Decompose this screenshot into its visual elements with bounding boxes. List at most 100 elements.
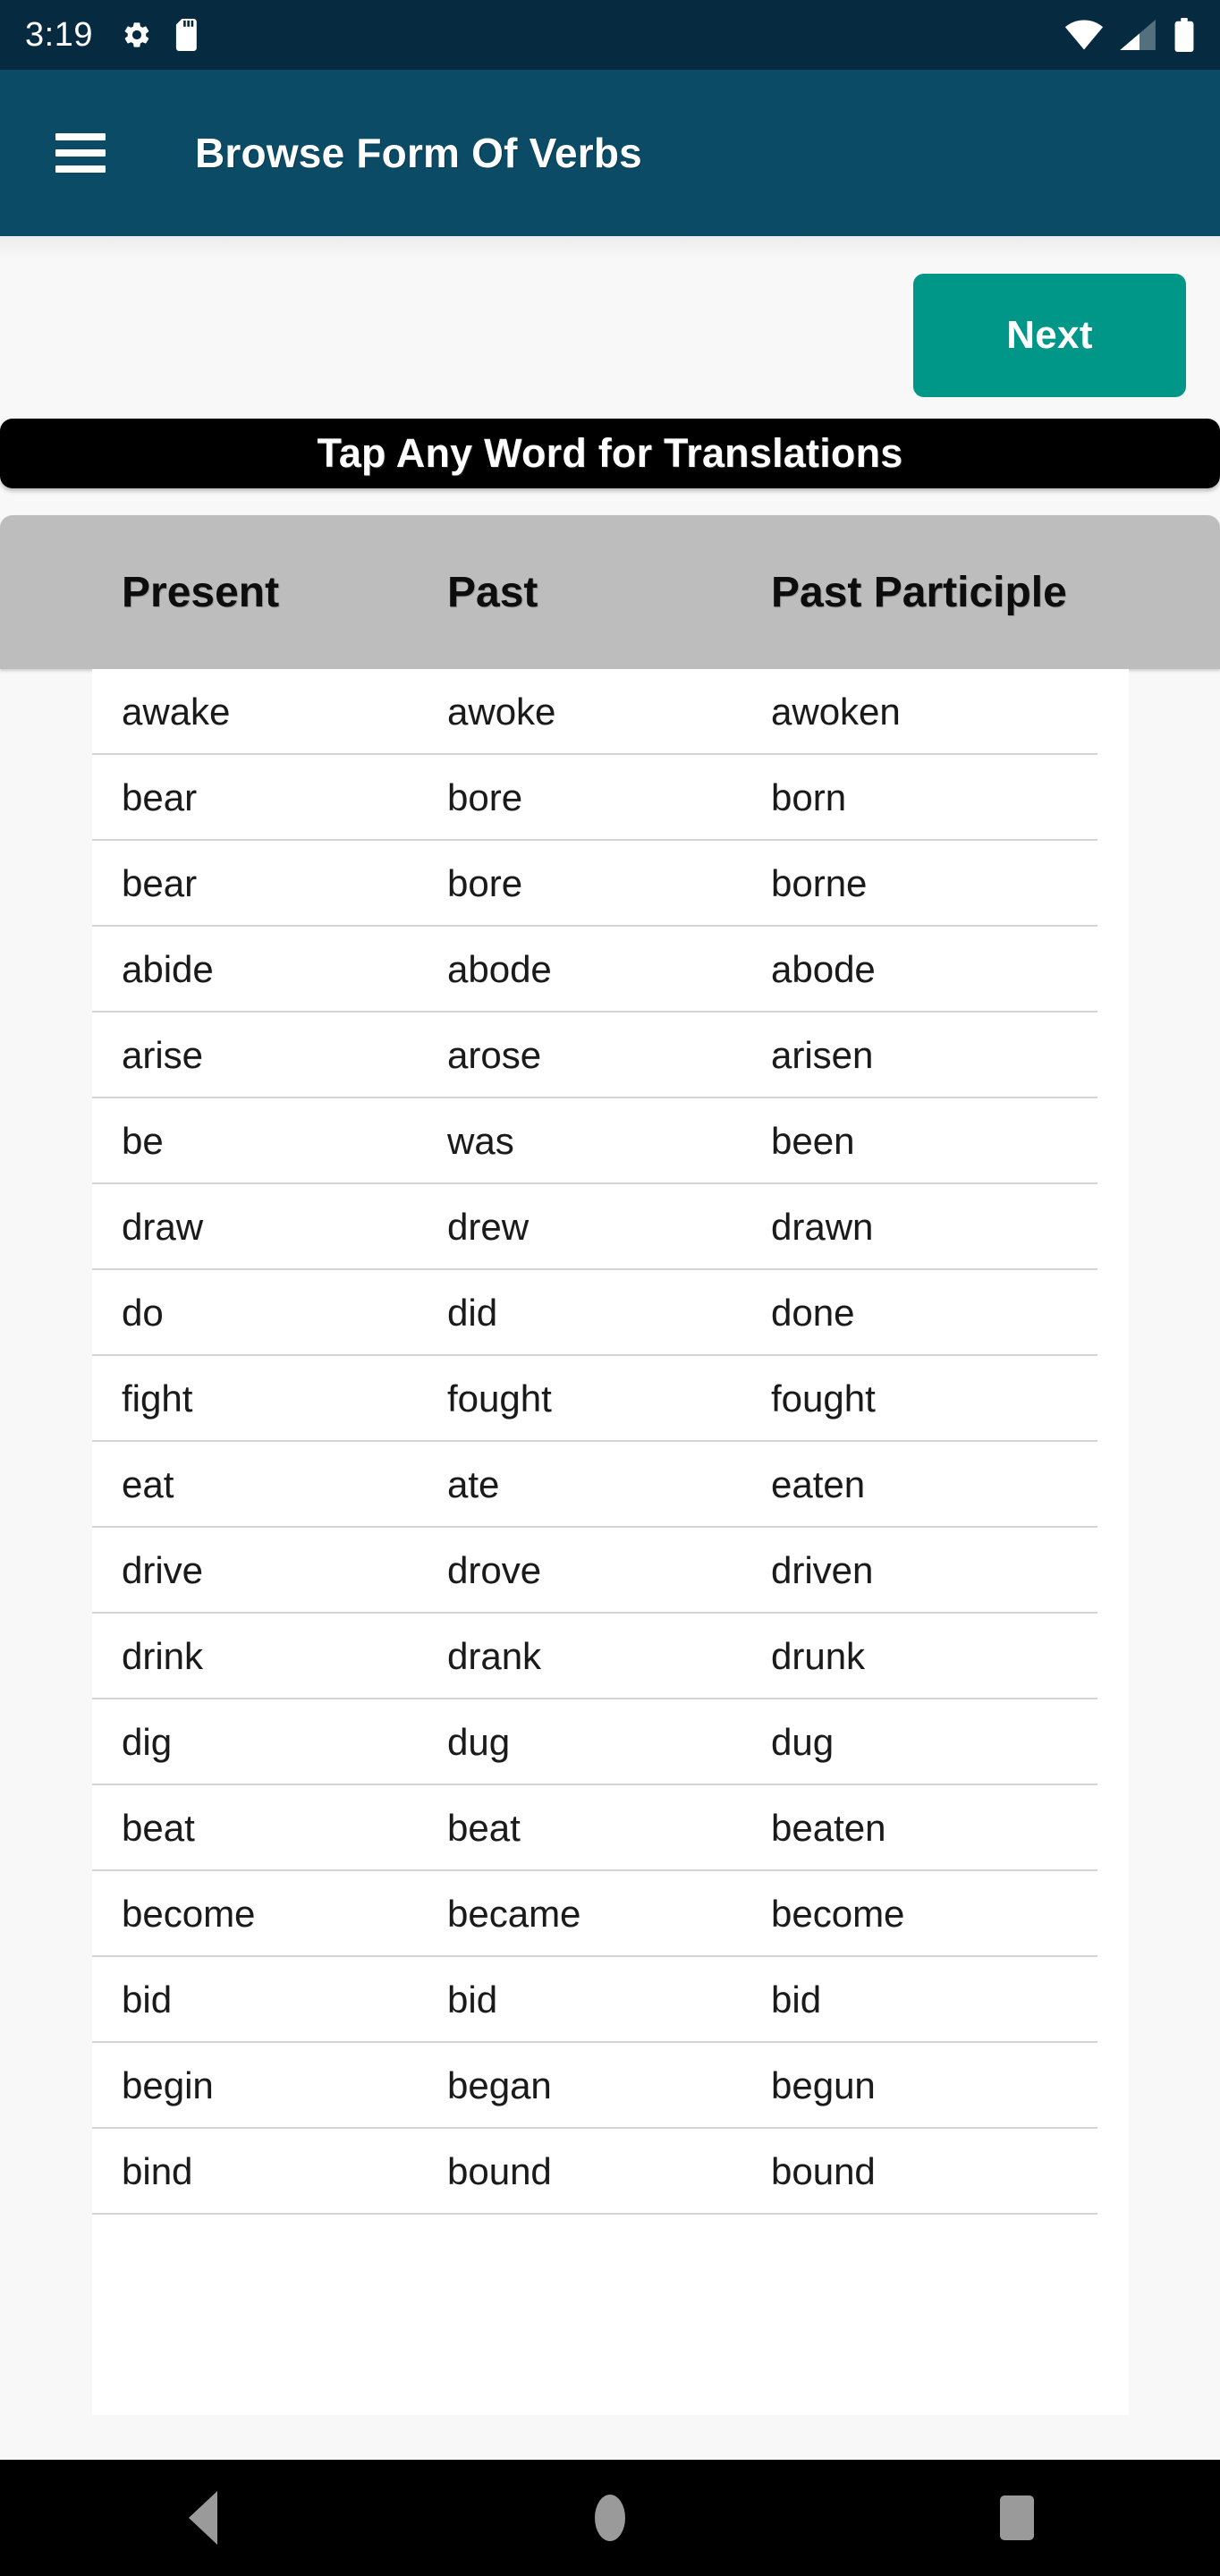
app-bar: Browse Form Of Verbs xyxy=(0,70,1220,236)
verb-cell[interactable]: eaten xyxy=(771,1463,865,1506)
verb-cell[interactable]: bore xyxy=(447,862,522,905)
verb-cell[interactable]: became xyxy=(447,1893,580,1936)
verb-cell[interactable]: arisen xyxy=(771,1034,873,1077)
hamburger-line xyxy=(55,133,106,140)
verb-cell[interactable]: abode xyxy=(447,948,552,991)
verb-cell[interactable]: dug xyxy=(447,1721,510,1764)
hamburger-line xyxy=(55,165,106,173)
table-row[interactable]: draw drew drawn xyxy=(92,1184,1129,1270)
nav-back-button[interactable] xyxy=(123,2460,284,2576)
verb-cell[interactable]: bid xyxy=(771,1979,821,2021)
table-row[interactable]: awake awoke awoken xyxy=(92,669,1129,755)
verb-cell[interactable]: awake xyxy=(122,691,230,733)
status-clock: 3:19 xyxy=(25,16,93,54)
table-row[interactable]: beat beat beaten xyxy=(92,1785,1129,1871)
table-row[interactable]: bind bound bound xyxy=(92,2129,1129,2215)
table-row[interactable]: fight fought fought xyxy=(92,1356,1129,1442)
nav-home-button[interactable] xyxy=(530,2460,690,2576)
verb-cell[interactable]: awoken xyxy=(771,691,901,733)
table-row[interactable]: be was been xyxy=(92,1098,1129,1184)
verb-cell[interactable]: drink xyxy=(122,1635,203,1678)
verb-cell[interactable]: began xyxy=(447,2064,552,2107)
table-row[interactable]: eat ate eaten xyxy=(92,1442,1129,1528)
column-header-present: Present xyxy=(122,568,280,616)
table-row[interactable]: bear bore born xyxy=(92,755,1129,841)
table-row[interactable]: begin began begun xyxy=(92,2043,1129,2129)
verb-cell[interactable]: beaten xyxy=(771,1807,885,1850)
verb-cell[interactable]: bid xyxy=(447,1979,497,2021)
verb-cell[interactable]: was xyxy=(447,1120,514,1163)
verb-cell[interactable]: drawn xyxy=(771,1206,873,1249)
table-row[interactable]: bear bore borne xyxy=(92,841,1129,927)
verb-cell[interactable]: drove xyxy=(447,1549,541,1592)
verb-cell[interactable]: fought xyxy=(771,1377,876,1420)
battery-icon xyxy=(1174,18,1194,52)
cellular-signal-icon xyxy=(1120,20,1156,50)
verb-cell[interactable]: drive xyxy=(122,1549,203,1592)
verb-cell[interactable]: eat xyxy=(122,1463,174,1506)
verb-cell[interactable]: beat xyxy=(447,1807,521,1850)
verb-cell[interactable]: bind xyxy=(122,2150,192,2193)
next-button-row: Next xyxy=(0,259,1220,413)
table-row[interactable]: arise arose arisen xyxy=(92,1013,1129,1098)
verb-cell[interactable]: bound xyxy=(771,2150,876,2193)
page-title: Browse Form Of Verbs xyxy=(195,130,642,176)
table-row[interactable]: become became become xyxy=(92,1871,1129,1957)
status-notification-icons xyxy=(122,19,200,51)
translation-hint-banner[interactable]: Tap Any Word for Translations xyxy=(0,419,1220,488)
verb-cell[interactable]: beat xyxy=(122,1807,195,1850)
verb-cell[interactable]: dug xyxy=(771,1721,834,1764)
verb-cell[interactable]: begin xyxy=(122,2064,214,2107)
hamburger-line xyxy=(55,149,106,157)
verb-cell[interactable]: born xyxy=(771,776,846,819)
verb-cell[interactable]: drunk xyxy=(771,1635,865,1678)
verb-cell[interactable]: did xyxy=(447,1292,497,1335)
verb-cell[interactable]: fight xyxy=(122,1377,192,1420)
column-header-past: Past xyxy=(447,568,538,616)
verb-cell[interactable]: draw xyxy=(122,1206,203,1249)
translation-hint-text: Tap Any Word for Translations xyxy=(317,430,903,476)
verb-cell[interactable]: arose xyxy=(447,1034,541,1077)
verb-cell[interactable]: abide xyxy=(122,948,214,991)
verb-cell[interactable]: awoke xyxy=(447,691,555,733)
verb-cell[interactable]: bear xyxy=(122,862,197,905)
verb-cell[interactable]: bound xyxy=(447,2150,552,2193)
verb-cell[interactable]: drank xyxy=(447,1635,541,1678)
gear-icon xyxy=(124,22,149,47)
next-button[interactable]: Next xyxy=(913,274,1186,397)
table-row[interactable]: dig dug dug xyxy=(92,1699,1129,1785)
verb-cell[interactable]: done xyxy=(771,1292,854,1335)
verb-cell[interactable]: do xyxy=(122,1292,164,1335)
verb-cell[interactable]: be xyxy=(122,1120,164,1163)
verb-cell[interactable]: drew xyxy=(447,1206,529,1249)
verb-cell[interactable]: begun xyxy=(771,2064,876,2107)
verb-cell[interactable]: abode xyxy=(771,948,876,991)
verb-cell[interactable]: bear xyxy=(122,776,197,819)
verb-cell[interactable]: bid xyxy=(122,1979,172,2021)
app-screen: 3:19 Browse Form Of Verbs Next Tap Any W… xyxy=(0,0,1220,2576)
nav-recents-button[interactable] xyxy=(936,2460,1097,2576)
verb-cell[interactable]: driven xyxy=(771,1549,873,1592)
table-row[interactable]: drink drank drunk xyxy=(92,1614,1129,1699)
sd-card-icon xyxy=(175,19,197,51)
recents-square-icon xyxy=(999,2496,1034,2540)
verb-cell[interactable]: fought xyxy=(447,1377,552,1420)
table-row[interactable]: bid bid bid xyxy=(92,1957,1129,2043)
verb-cell[interactable]: become xyxy=(122,1893,255,1936)
verb-cell[interactable]: bore xyxy=(447,776,522,819)
column-header-past-participle: Past Participle xyxy=(771,568,1067,616)
table-row[interactable]: abide abode abode xyxy=(92,927,1129,1013)
hamburger-menu-icon[interactable] xyxy=(55,133,106,173)
table-empty-tail xyxy=(92,2252,1129,2415)
table-row[interactable]: drive drove driven xyxy=(92,1528,1129,1614)
verb-cell[interactable]: arise xyxy=(122,1034,203,1077)
table-row[interactable]: do did done xyxy=(92,1270,1129,1356)
verb-cell[interactable]: become xyxy=(771,1893,904,1936)
content-top-shadow xyxy=(0,236,1220,259)
verb-cell[interactable]: borne xyxy=(771,862,867,905)
verb-cell[interactable]: dig xyxy=(122,1721,172,1764)
table-body: awake awoke awoken bear bore born bear bore born… xyxy=(92,669,1129,2252)
verb-cell[interactable]: been xyxy=(771,1120,854,1163)
verb-cell[interactable]: ate xyxy=(447,1463,499,1506)
table-header-row: Present Past Past Participle xyxy=(0,515,1220,669)
